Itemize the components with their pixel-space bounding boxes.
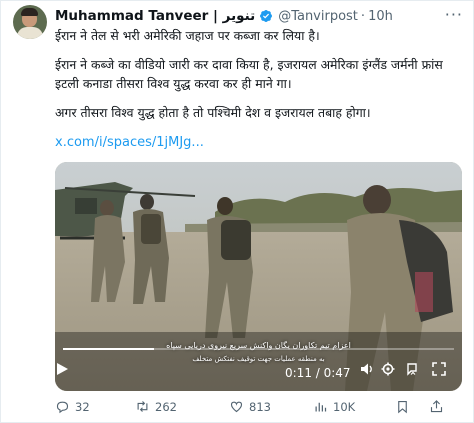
settings-icon[interactable] <box>381 362 395 376</box>
action-bar: 32 262 813 10K <box>55 399 459 419</box>
tweet-text-line1: ईरान ने तेल से भरी अमेरिकी जहाज पर कब्जा… <box>55 28 320 43</box>
reply-count: 32 <box>75 399 90 414</box>
tweet-text-line3: इटली कनाडा तीसरा विश्व युद्ध करवा कर ही … <box>55 76 292 91</box>
like-button[interactable]: 813 <box>229 399 271 414</box>
repost-count: 262 <box>155 399 177 414</box>
video-controls: 0:11 / 0:47 <box>55 362 462 386</box>
author-name[interactable]: Muhammad Tanveer | تنویر <box>55 8 255 24</box>
volume-icon[interactable] <box>360 362 374 376</box>
repost-button[interactable]: 262 <box>135 399 177 414</box>
bookmark-icon <box>398 400 407 414</box>
captions-icon[interactable] <box>405 362 419 376</box>
tweet-text-line2: ईरान ने कब्जे का वीडियो जारी कर दावा किय… <box>55 57 443 72</box>
bookmark-button[interactable] <box>395 399 415 414</box>
reply-icon <box>56 401 69 414</box>
like-count: 813 <box>249 399 271 414</box>
tweet-header: Muhammad Tanveer | تنویر @Tanvirpost · 1… <box>55 7 393 25</box>
video-progress-bar[interactable] <box>63 348 454 350</box>
video-timecode: 0:11 / 0:47 <box>285 366 351 380</box>
share-button[interactable] <box>429 399 444 414</box>
repost-icon <box>137 401 148 412</box>
tweet-text-line4: अगर तीसरा विश्व युद्ध होता है तो पश्चिमी… <box>55 105 371 120</box>
share-icon <box>430 400 443 413</box>
separator-dot: · <box>360 8 366 24</box>
like-icon <box>230 401 243 413</box>
tweet-time[interactable]: 10h <box>368 9 393 24</box>
video-progress-fill <box>63 348 155 350</box>
views-count: 10K <box>333 399 356 414</box>
views-button[interactable]: 10K <box>313 399 355 414</box>
play-icon[interactable] <box>55 362 69 376</box>
avatar[interactable] <box>13 5 47 39</box>
video-player[interactable]: اعزام تیم تکاوران یگان واکنش سریع نیروی … <box>55 162 462 391</box>
views-icon <box>315 402 327 412</box>
reply-button[interactable]: 32 <box>55 399 90 414</box>
fullscreen-icon[interactable] <box>432 362 446 376</box>
tweet-card[interactable]: Muhammad Tanveer | تنویر @Tanvirpost · 1… <box>0 0 474 423</box>
verified-icon <box>259 9 273 23</box>
author-handle[interactable]: @Tanvirpost <box>278 9 358 24</box>
spaces-link[interactable]: x.com/i/spaces/1jMJg... <box>55 135 204 150</box>
more-icon[interactable]: ··· <box>445 5 463 24</box>
